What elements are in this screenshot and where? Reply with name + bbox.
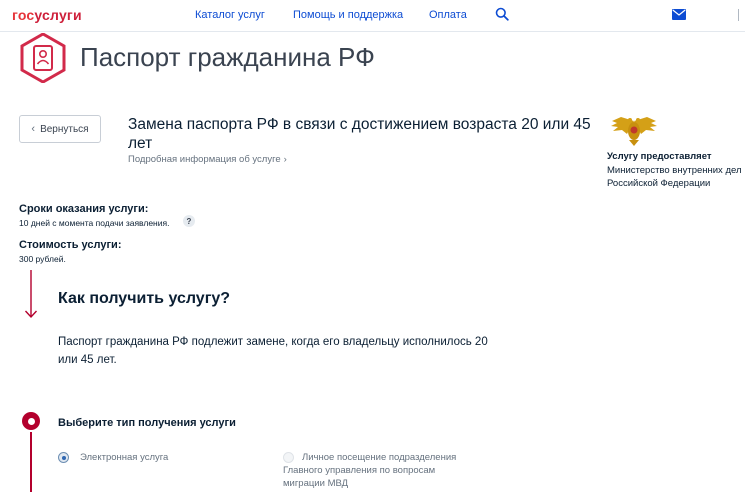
arrow-down-icon: [24, 270, 38, 319]
logo-text-gos: гос: [12, 7, 35, 23]
passport-icon: [20, 33, 66, 83]
chevron-left-icon: ‹: [31, 123, 36, 135]
provider-heading: Услугу предоставляет: [607, 151, 712, 162]
page-title: Паспорт гражданина РФ: [80, 42, 375, 72]
nav-catalog-link[interactable]: Каталог услуг: [195, 9, 265, 21]
step-marker-icon: [22, 412, 40, 430]
gosuslugi-logo[interactable]: госуслуги: [12, 7, 82, 23]
top-bar: госуслуги Каталог услуг Помощь и поддерж…: [0, 0, 745, 32]
mail-icon[interactable]: [672, 9, 686, 20]
step-title: Выберите тип получения услуги: [58, 417, 236, 429]
terms-heading: Сроки оказания услуги:: [19, 203, 149, 215]
how-to-get-description: Паспорт гражданина РФ подлежит замене, к…: [58, 336, 488, 366]
electronic-service-label[interactable]: Электронная услуга: [80, 451, 260, 464]
provider-name: Министерство внутренних дел Российской Ф…: [607, 165, 742, 189]
service-details-link[interactable]: Подробная информация об услуге ›: [128, 154, 287, 165]
personal-visit-label[interactable]: Личное посещение подразделения Главного …: [283, 451, 473, 490]
how-to-get-title: Как получить услугу?: [58, 290, 231, 307]
logo-text-uslugi: услуги: [34, 7, 82, 23]
chevron-right-icon: ›: [283, 154, 287, 165]
mvd-emblem-icon: [611, 117, 657, 146]
back-button[interactable]: ‹ Вернуться: [19, 115, 101, 143]
nav-help-link[interactable]: Помощь и поддержка: [293, 9, 403, 21]
nav-payment-link[interactable]: Оплата: [429, 9, 467, 21]
terms-value: 10 дней с момента подачи заявления.: [19, 218, 170, 228]
header-divider: [738, 9, 739, 21]
cost-heading: Стоимость услуги:: [19, 239, 122, 251]
electronic-service-radio[interactable]: [58, 452, 69, 463]
service-details-label: Подробная информация об услуге: [128, 154, 281, 165]
service-title: Замена паспорта РФ в связи с достижением…: [128, 116, 591, 152]
search-icon[interactable]: [495, 7, 509, 21]
back-button-label: Вернуться: [40, 123, 89, 135]
cost-value: 300 рублей.: [19, 254, 66, 264]
help-icon[interactable]: ?: [183, 215, 195, 227]
step-line: [30, 432, 32, 492]
